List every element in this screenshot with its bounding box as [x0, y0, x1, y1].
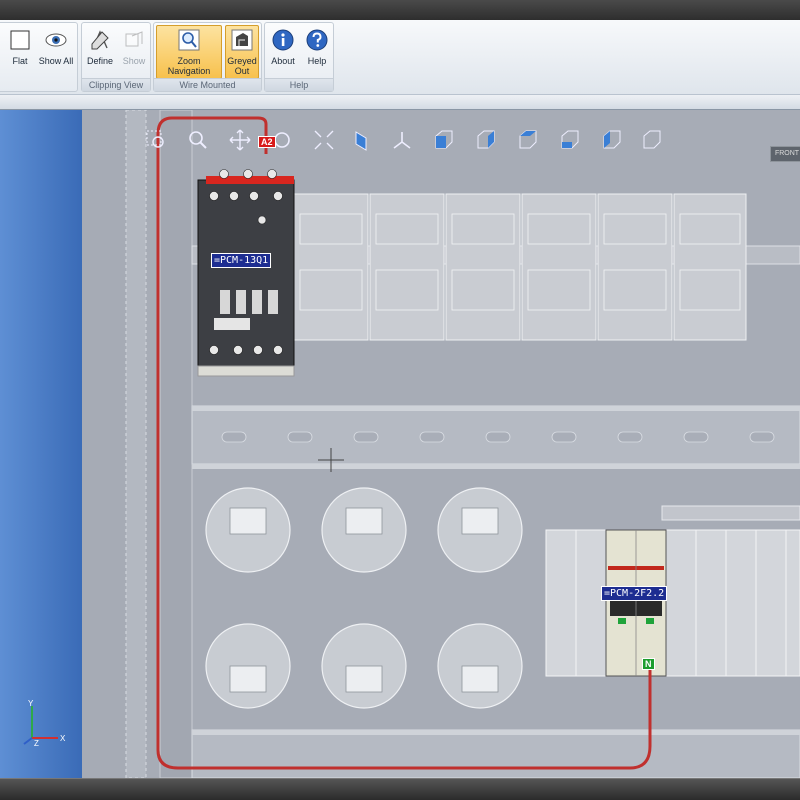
define-label: Define — [86, 56, 113, 66]
status-bar — [0, 778, 800, 800]
view-front-icon[interactable] — [350, 128, 374, 152]
view-cube-4-icon[interactable] — [558, 128, 582, 152]
about-button[interactable]: About — [267, 25, 299, 79]
wire-mounted-group-label: Wire Mounted — [154, 78, 261, 91]
zoom-window-icon[interactable] — [144, 128, 168, 152]
view-cube-2-icon[interactable] — [474, 128, 498, 152]
help-group-label: Help — [265, 78, 333, 91]
axis-z-label: Z — [34, 739, 39, 748]
axis-y-label: Y — [28, 700, 34, 708]
zoom-navigation-icon — [178, 29, 200, 51]
ribbon-separator — [0, 95, 800, 110]
window-title-bar — [0, 0, 800, 20]
axis-indicator: Y X Z — [23, 700, 66, 748]
flat-icon — [10, 30, 30, 50]
zoom-navigation-label: Zoom Navigation — [167, 56, 211, 76]
view-cube-3-icon[interactable] — [516, 128, 540, 152]
show-label: Show — [122, 56, 146, 66]
ribbon-group-clipping-view: Define Show Clipping View — [81, 22, 151, 92]
greyed-out-label-line1: Greyed — [227, 56, 257, 66]
show-all-button[interactable]: Show All — [37, 25, 75, 79]
flat-button[interactable]: Flat — [5, 25, 35, 79]
help-icon — [306, 29, 328, 51]
define-icon — [91, 30, 109, 50]
show-all-icon — [45, 33, 67, 47]
clipping-view-group-label: Clipping View — [82, 78, 150, 91]
zoom-icon[interactable] — [186, 128, 210, 152]
greyed-out-icon — [231, 29, 253, 51]
view-cube-6-icon[interactable] — [640, 128, 664, 152]
ribbon: Flat Show All Define Show Clipping View — [0, 20, 800, 95]
cabinet-scene — [125, 110, 800, 778]
view-cube-5-icon[interactable] — [600, 128, 624, 152]
show-icon — [125, 31, 143, 47]
zoom-navigation-button[interactable]: Zoom Navigation — [156, 25, 222, 79]
device-label-contactor[interactable]: =PCM-13Q1 — [211, 253, 272, 268]
help-label: Help — [307, 56, 327, 66]
view-iso-icon[interactable] — [390, 128, 414, 152]
side-panel — [0, 110, 82, 778]
device-label-breaker[interactable]: =PCM-2F2.2 — [601, 586, 668, 601]
about-label: About — [271, 56, 295, 66]
fit-all-icon[interactable] — [312, 128, 336, 152]
help-button[interactable]: Help — [301, 25, 333, 79]
front-badge: FRONT — [770, 146, 800, 162]
pin-label-n: N — [642, 658, 655, 670]
view-cube-1-icon[interactable] — [432, 128, 456, 152]
show-all-label: Show All — [38, 56, 74, 66]
axis-x-label: X — [60, 734, 66, 743]
ribbon-group-view: Flat Show All — [0, 22, 78, 92]
show-button[interactable]: Show — [118, 25, 150, 79]
pan-icon[interactable] — [228, 128, 252, 152]
greyed-out-label-line2: Out — [234, 66, 250, 76]
ribbon-group-wire-mounted: Zoom Navigation Greyed Out Wire Mounted — [153, 22, 262, 92]
pin-label-a2: A2 — [258, 136, 276, 148]
navigation-toolbar — [144, 128, 664, 154]
define-button[interactable]: Define — [84, 25, 116, 79]
3d-viewport[interactable]: A2 =PCM-13Q1 =PCM-2F2.2 N FRONT — [82, 110, 800, 778]
flat-label: Flat — [12, 56, 28, 66]
about-icon — [272, 29, 294, 51]
ribbon-group-help: About Help Help — [264, 22, 334, 92]
greyed-out-button[interactable]: Greyed Out — [225, 25, 259, 79]
